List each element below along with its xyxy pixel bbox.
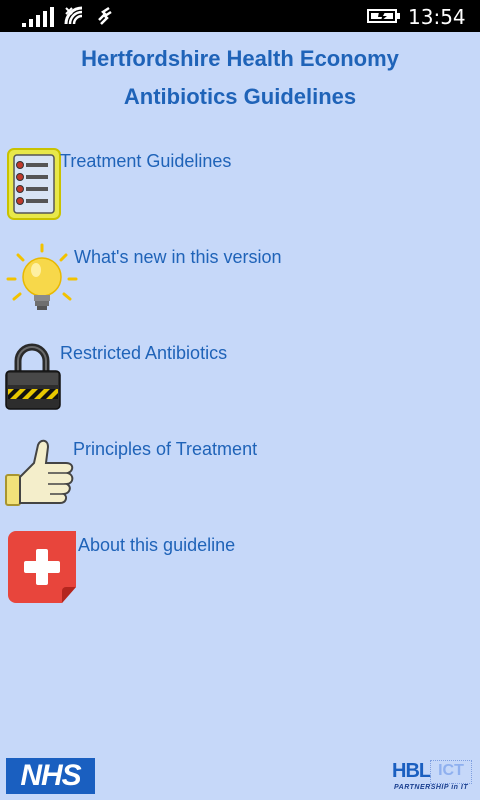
menu-item-label: Restricted Antibiotics — [60, 343, 228, 363]
wifi-icon — [64, 6, 83, 25]
menu-item-label: Principles of Treatment — [73, 439, 258, 459]
status-bar: 13:54 — [0, 0, 480, 32]
nhs-logo-text: NHS — [20, 759, 81, 792]
menu-item-label: About this guideline — [78, 535, 236, 555]
hbl-ict-logo: HBL ICT PARTNERSHIP in IT — [392, 760, 472, 796]
menu-item-whats-new[interactable]: What's new in this version — [4, 243, 474, 323]
menu-item-label: What's new in this version — [74, 247, 282, 267]
data-sync-icon — [98, 6, 112, 25]
menu-item-treatment-guidelines[interactable]: Treatment Guidelines — [4, 147, 474, 227]
ict-logo-mark: ICT — [430, 760, 472, 784]
thumbs-up-icon — [5, 439, 74, 506]
menu-item-principles-of-treatment[interactable]: Principles of Treatment — [4, 435, 474, 515]
partner-tagline: PARTNERSHIP in IT — [394, 784, 469, 791]
lightbulb-icon — [6, 243, 78, 310]
clock: 13:54 — [408, 5, 466, 29]
title-line-2: Antibiotics Guidelines — [123, 84, 357, 109]
hbl-logo-mark: HBL — [392, 760, 431, 782]
menu-item-about-guideline[interactable]: About this guideline — [4, 531, 474, 611]
menu-item-label: Treatment Guidelines — [60, 151, 232, 171]
first-aid-icon — [8, 531, 76, 603]
nhs-logo: NHS — [6, 758, 95, 794]
menu-item-restricted-antibiotics[interactable]: Restricted Antibiotics — [4, 339, 474, 419]
signal-icon — [22, 7, 54, 27]
title-line-1: Hertfordshire Health Economy — [81, 46, 399, 71]
page-title: Hertfordshire Health Economy Antibiotics… — [0, 40, 480, 116]
battery-charging-icon — [367, 9, 400, 23]
